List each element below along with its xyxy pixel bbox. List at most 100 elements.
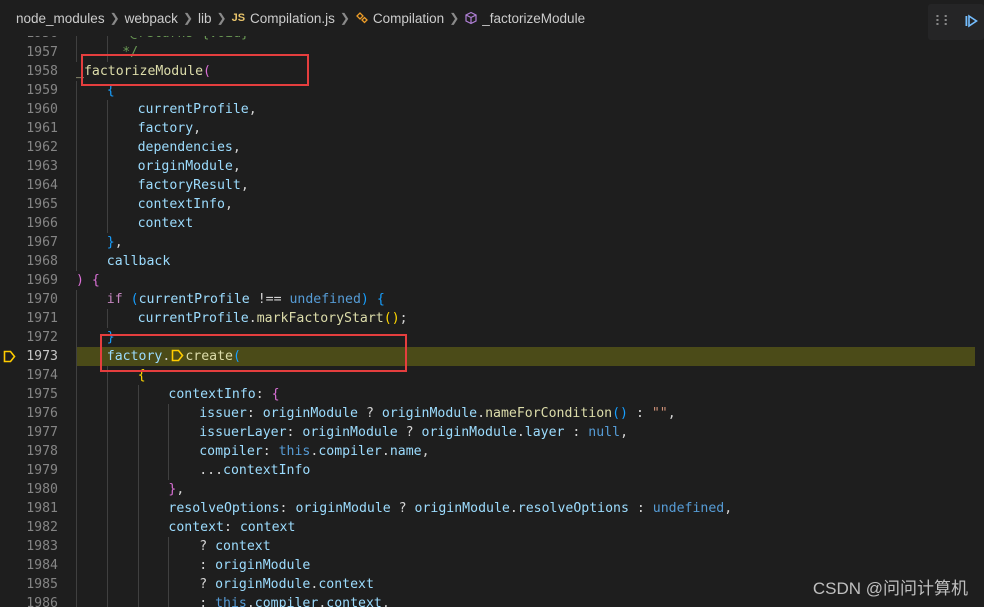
code-line[interactable]: 1971 currentProfile.markFactoryStart(); <box>0 309 984 328</box>
chevron-right-icon: ❯ <box>216 11 227 25</box>
code-token: dependencies <box>137 140 233 155</box>
line-number: 1959 <box>26 83 58 98</box>
code-line[interactable]: 1965 contextInfo, <box>0 195 984 214</box>
code-line[interactable]: 1980}, <box>0 480 984 499</box>
line-number: 1975 <box>26 387 58 402</box>
breadcrumb-file-label: Compilation.js <box>250 10 335 26</box>
code-token: ? <box>358 406 382 421</box>
code-line[interactable]: 1975 contextInfo: { <box>0 385 984 404</box>
code-line[interactable]: 1968 callback <box>0 252 984 271</box>
code-token: : <box>628 406 652 421</box>
code-token: context <box>318 577 374 592</box>
breadcrumb-webpack[interactable]: webpack <box>125 11 178 26</box>
code-token: issuer <box>199 406 247 421</box>
indent-guide <box>76 43 77 62</box>
indent-guide <box>106 157 108 176</box>
code-token: , <box>240 178 249 193</box>
indent-guide <box>106 36 108 43</box>
line-number: 1981 <box>26 501 58 516</box>
indent-guide <box>137 461 139 480</box>
indent-guide <box>76 594 77 607</box>
code-token: resolveOptions <box>517 501 629 516</box>
code-line[interactable]: 1960 currentProfile, <box>0 100 984 119</box>
indent-guide <box>76 290 77 309</box>
indent-guide <box>168 556 170 575</box>
code-line[interactable]: 1979 ...contextInfo <box>0 461 984 480</box>
indent-guide <box>76 347 77 366</box>
indent-guide <box>168 461 170 480</box>
line-number: 1980 <box>26 482 58 497</box>
code-token: . <box>509 501 518 516</box>
line-number: 1962 <box>26 140 58 155</box>
indent-guide <box>168 423 170 442</box>
breadcrumb-file[interactable]: JS Compilation.js <box>232 11 335 26</box>
indent-guide <box>76 119 77 138</box>
indent-guide <box>76 195 77 214</box>
indent-guide <box>76 442 77 461</box>
line-number: 1985 <box>26 577 58 592</box>
code-token: currentProfile <box>137 102 249 117</box>
method-cube-icon <box>464 11 478 25</box>
code-token: contextInfo <box>223 463 311 478</box>
breadcrumb-node-modules[interactable]: node_modules <box>16 11 105 26</box>
code-token: . <box>516 425 525 440</box>
line-number: 1969 <box>26 273 58 288</box>
code-line[interactable]: 1981 resolveOptions: originModule ? origi… <box>0 499 984 518</box>
code-token: contextInfo <box>137 197 225 212</box>
code-token: , <box>620 425 629 440</box>
code-token: { <box>376 292 385 307</box>
code-text: callback <box>107 252 171 271</box>
code-line[interactable]: 1982 context: context <box>0 518 984 537</box>
code-token: currentProfile <box>138 292 250 307</box>
code-token: . <box>477 406 486 421</box>
code-token: originModule <box>421 425 517 440</box>
line-number: 1983 <box>26 539 58 554</box>
indent-guide <box>76 404 77 423</box>
code-token: ) <box>76 273 84 288</box>
code-text: ...contextInfo <box>199 461 310 480</box>
indent-guide <box>76 100 77 119</box>
watermark: CSDN @问问计算机 <box>812 579 968 598</box>
code-token: : <box>262 444 279 459</box>
continue-debug-icon[interactable] <box>964 13 978 32</box>
code-line[interactable]: 1969) { <box>0 271 984 290</box>
code-editor[interactable]: 1956@returns {void}1957*/1958_factorizeM… <box>0 36 984 607</box>
code-line[interactable]: 1970 if (currentProfile !== undefined) { <box>0 290 984 309</box>
code-token: : <box>199 558 216 573</box>
code-token: : <box>199 596 216 607</box>
indent-guide <box>137 518 139 537</box>
breadcrumb-method[interactable]: _factorizeModule <box>464 11 585 26</box>
line-number: 1974 <box>26 368 58 383</box>
annotation-box-create <box>100 334 407 372</box>
breadcrumb-class[interactable]: Compilation <box>355 11 444 26</box>
code-token: !== <box>249 292 290 307</box>
code-text: }, <box>107 233 123 252</box>
code-line[interactable]: 1983? context <box>0 537 984 556</box>
indent-guide <box>76 461 77 480</box>
code-token: : <box>279 501 296 516</box>
indent-guide <box>106 195 108 214</box>
code-token: currentProfile <box>137 311 249 326</box>
code-line[interactable]: 1956 @returns {void} <box>0 36 984 43</box>
code-token: ? <box>199 539 216 554</box>
code-token: originModule <box>381 406 478 421</box>
code-line[interactable]: 1984: originModule <box>0 556 984 575</box>
code-line[interactable]: 1966 context <box>0 214 984 233</box>
code-line[interactable]: 1976 issuer: originModule ? originModule.… <box>0 404 984 423</box>
code-token: } <box>106 235 115 250</box>
indent-guide <box>76 537 77 556</box>
code-line[interactable]: 1967}, <box>0 233 984 252</box>
code-line[interactable]: 1962 dependencies, <box>0 138 984 157</box>
code-token: "" <box>651 406 668 421</box>
code-line[interactable]: 1977 issuerLayer: originModule ? originMo… <box>0 423 984 442</box>
indent-guide <box>106 461 108 480</box>
code-line[interactable]: 1963 originModule, <box>0 157 984 176</box>
code-line[interactable]: 1964 factoryResult, <box>0 176 984 195</box>
breadcrumb-lib[interactable]: lib <box>198 11 212 26</box>
indent-guide <box>76 157 77 176</box>
code-line[interactable]: 1978 compiler: this.compiler.name, <box>0 442 984 461</box>
code-line[interactable]: 1961 factory, <box>0 119 984 138</box>
drag-grip-icon[interactable]: ⠇⠇ <box>934 14 952 30</box>
indent-guide <box>106 119 108 138</box>
line-number: 1978 <box>26 444 58 459</box>
